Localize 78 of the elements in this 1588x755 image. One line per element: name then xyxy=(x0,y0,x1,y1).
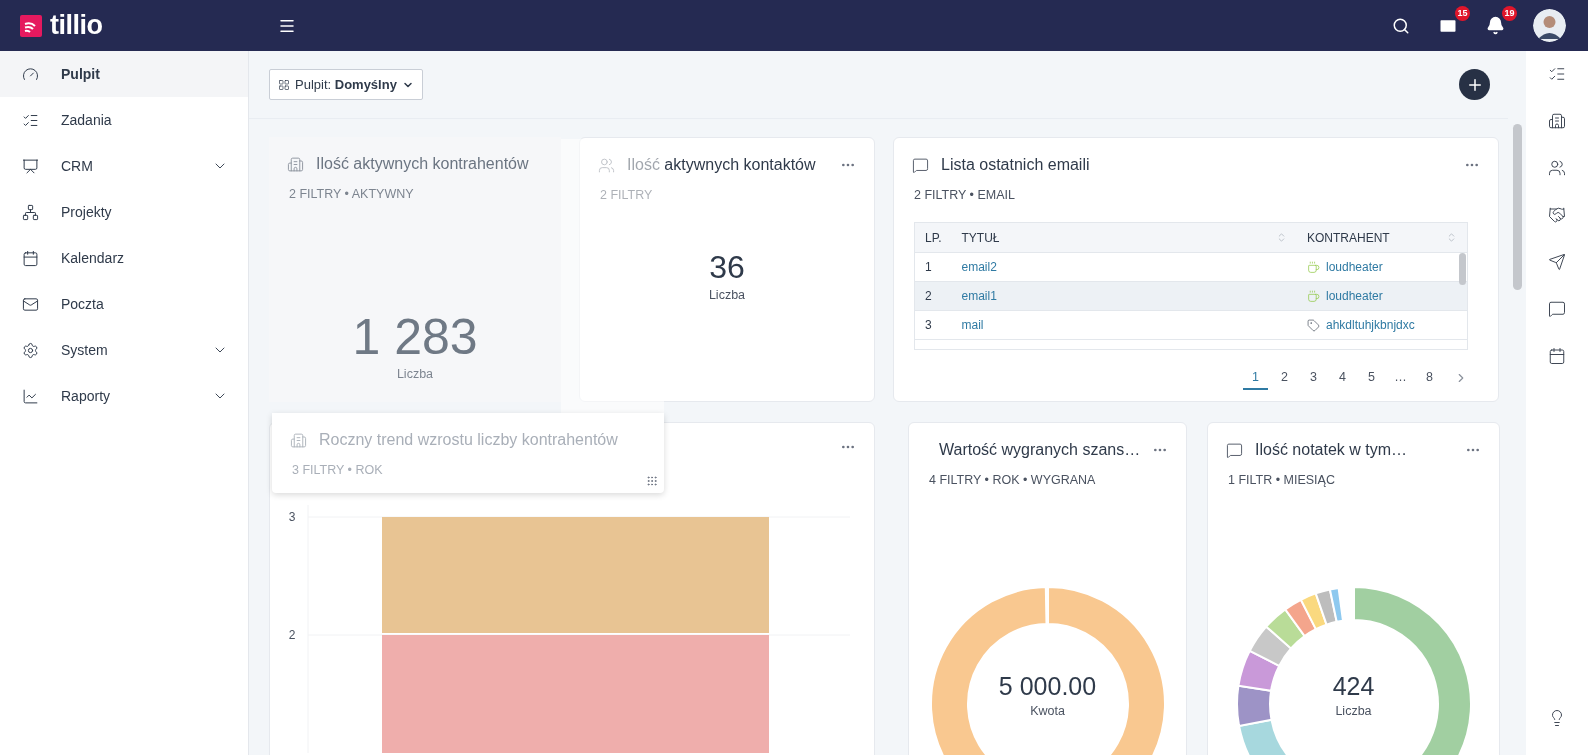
logo-text: tillio xyxy=(50,10,103,41)
table-row[interactable]: 3 mail ahkdltuhjkbnjdxc xyxy=(915,310,1467,340)
widget-value: 424 xyxy=(1332,674,1375,699)
widget-title: Ilość notatek w tym… xyxy=(1255,441,1409,459)
building-icon xyxy=(290,431,307,449)
table-cell: 2 xyxy=(915,281,952,311)
contractor-link[interactable]: loudheater xyxy=(1326,289,1383,303)
table-cell: 3 xyxy=(915,310,952,340)
axis-tick-label: 2 xyxy=(288,628,296,642)
count-badge: 15 xyxy=(1455,5,1470,21)
scrollbar-thumb[interactable] xyxy=(1459,253,1466,285)
email-link[interactable]: email1 xyxy=(961,289,997,303)
widget-filters: 1 FILTR • MIESIĄC xyxy=(1227,472,1336,487)
widget-filters: 2 FILTRY xyxy=(599,187,654,202)
contractor-link[interactable]: loudheater xyxy=(1326,260,1383,274)
widget-caption: Liczba xyxy=(1335,704,1372,718)
gear-icon xyxy=(22,341,39,359)
count-badge: 19 xyxy=(1502,6,1517,21)
widget-caption: Kwota xyxy=(1030,704,1065,718)
page-button[interactable]: 4 xyxy=(1330,366,1355,390)
page-button[interactable]: 1 xyxy=(1243,366,1268,390)
bell-icon[interactable] xyxy=(1486,16,1505,35)
tag-icon xyxy=(1307,318,1320,332)
widget-title: Wartość wygranych szans… xyxy=(939,441,1141,459)
page-button[interactable]: 5 xyxy=(1359,366,1384,390)
column-header[interactable]: LP. xyxy=(915,223,952,253)
building-icon xyxy=(287,155,304,173)
search-icon[interactable] xyxy=(1392,16,1410,35)
sidebar-item[interactable]: Pulpit xyxy=(0,51,248,97)
widget-value: 5 000.00 xyxy=(998,674,1097,699)
donut-slice xyxy=(1236,649,1280,692)
logo-icon xyxy=(20,14,42,37)
page-button[interactable]: 3 xyxy=(1301,366,1326,390)
checklist-icon[interactable] xyxy=(1548,65,1566,83)
widget-title: Roczny trend wzrostu liczby kontrahentów xyxy=(319,431,619,449)
calendar-icon xyxy=(22,249,39,267)
resize-handle-icon[interactable] xyxy=(646,475,658,487)
avatar[interactable] xyxy=(1533,9,1566,42)
widget-title: Lista ostatnich emaili xyxy=(941,156,1091,174)
cup-icon xyxy=(1307,289,1320,303)
table-row[interactable]: 2 email1 loudheater xyxy=(915,281,1467,311)
line-chart-icon xyxy=(22,387,39,405)
donut-slice xyxy=(1248,625,1292,667)
scrollbar-thumb[interactable] xyxy=(1512,124,1522,290)
widget-filters: 2 FILTRY • AKTYWNY xyxy=(288,186,415,201)
widget-filters: 2 FILTRY • EMAIL xyxy=(913,187,1016,202)
column-header[interactable]: TYTUŁ xyxy=(951,223,1297,253)
column-header[interactable]: KONTRAHENT xyxy=(1297,223,1467,253)
grid-icon xyxy=(278,78,290,91)
axis-tick-label: 3 xyxy=(288,510,296,524)
widget-title: Ilość aktywnych kontaktów xyxy=(627,156,817,174)
page-button[interactable]: … xyxy=(1388,366,1413,390)
widget-value: 36 xyxy=(709,251,745,283)
email-link[interactable]: email2 xyxy=(961,260,997,274)
people-icon[interactable] xyxy=(1548,159,1566,177)
network-icon xyxy=(22,203,39,221)
cup-icon xyxy=(1307,260,1320,274)
table-row[interactable]: 1 email2 loudheater xyxy=(915,252,1467,282)
contractor-link[interactable]: ahkdltuhjkbnjdxc xyxy=(1326,318,1415,332)
widget-title: Ilość aktywnych kontrahentów xyxy=(316,155,530,173)
widget-filters: 4 FILTRY • ROK • WYGRANA xyxy=(928,472,1097,487)
handshake-icon[interactable] xyxy=(1548,206,1566,224)
widget-filters: 3 FILTRY • ROK xyxy=(291,462,384,477)
email-link[interactable]: mail xyxy=(961,318,984,332)
add-button[interactable] xyxy=(1459,69,1490,100)
calendar-icon[interactable] xyxy=(1548,347,1566,365)
table-cell: 1 xyxy=(915,252,952,282)
page-button[interactable]: 2 xyxy=(1272,366,1297,390)
send-icon[interactable] xyxy=(1548,253,1566,271)
people-icon xyxy=(598,156,615,174)
widget-caption: Liczba xyxy=(708,288,746,302)
presentation-icon xyxy=(22,157,39,175)
dashboard-select[interactable]: Pulpit: Domyślny xyxy=(269,69,423,100)
gauge-icon xyxy=(22,65,39,83)
page-button[interactable]: 8 xyxy=(1417,366,1442,390)
widget-value: 1 283 xyxy=(352,312,478,362)
building-icon[interactable] xyxy=(1548,112,1566,130)
widget-caption: Liczba xyxy=(396,367,434,381)
